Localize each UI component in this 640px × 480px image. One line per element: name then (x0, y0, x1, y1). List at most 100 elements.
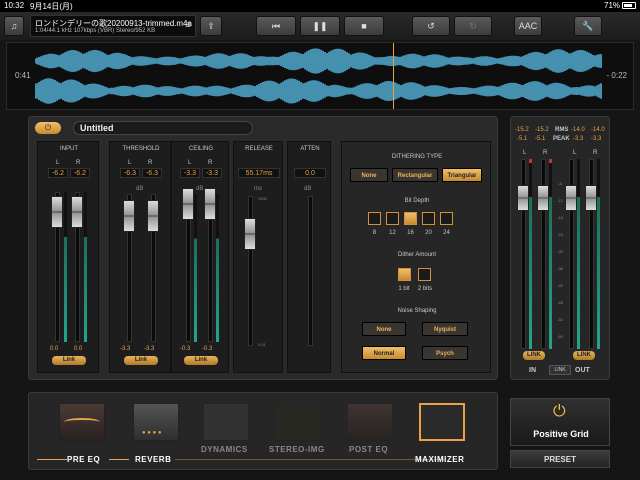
threshold-link-button[interactable]: Link (124, 356, 158, 365)
pause-button[interactable]: ❚❚ (300, 16, 340, 36)
out-label: OUT (575, 367, 590, 374)
rms-out-r: -14.0 (591, 127, 605, 133)
peak-out-l: -3.3 (573, 136, 584, 142)
ceiling-db-label: dB (196, 186, 204, 192)
out-right-fader[interactable] (585, 185, 597, 211)
time-remaining: - 0:22 (606, 71, 627, 80)
input-right-value[interactable]: -6.2 (70, 168, 90, 178)
post-eq-label: POST EQ (349, 445, 389, 454)
release-fader[interactable] (244, 218, 256, 250)
format-button[interactable]: AAC (514, 16, 542, 36)
in-out-link-button[interactable]: LINK (549, 365, 571, 375)
dither-amount-1bit-box[interactable] (398, 268, 411, 281)
peak-in-l: -5.1 (517, 136, 528, 142)
release-section: RELEASE 55.17ms ms 1000 0.01 (233, 141, 283, 373)
input-left-meter (64, 192, 67, 342)
maximizer-module[interactable] (419, 403, 465, 441)
dynamics-module[interactable] (203, 403, 249, 441)
stereo-img-module[interactable] (275, 403, 321, 441)
waveform-channel (35, 78, 602, 104)
dither-amount-label: Dither Amount (397, 252, 437, 258)
out-link-button[interactable]: LINK (573, 351, 595, 360)
threshold-right-value[interactable]: -6.3 (142, 168, 162, 178)
in-left-fader[interactable] (517, 185, 529, 211)
stop-button[interactable]: ■ (344, 16, 384, 36)
threshold-out-l: -3.3 (120, 346, 131, 352)
bitdepth-16-box[interactable] (404, 212, 417, 225)
input-right-fader[interactable] (71, 196, 83, 228)
dither-type-rectangular[interactable]: Rectangular (392, 168, 438, 182)
file-meta: 1:04/44.1 kHz 107kbps (VBR) Stereo/952 K… (35, 28, 156, 34)
bitdepth-12-box[interactable] (386, 212, 399, 225)
reverb-label: REVERB (135, 455, 172, 464)
toolbar: ♫ ロンドンデリーの歌20200913-trimmed.m4a 1:04/44.… (0, 12, 640, 40)
bitdepth-8-box[interactable] (368, 212, 381, 225)
out-left-fader[interactable] (565, 185, 577, 211)
peak-in-r: -5.1 (535, 136, 546, 142)
power-button[interactable]: ⏻ (35, 122, 61, 134)
threshold-left-fader[interactable] (123, 200, 135, 232)
in-ch-r: R (543, 150, 548, 156)
redo-button[interactable]: ↻ (454, 16, 492, 36)
shaping-nyquist[interactable]: Nyquist (422, 322, 468, 336)
ceiling-link-button[interactable]: Link (184, 356, 218, 365)
undo-icon: ↺ (427, 20, 435, 31)
bitdepth-20-label: 20 (425, 230, 432, 236)
settings-button[interactable]: 🔧 (574, 16, 602, 36)
dither-type-triangular[interactable]: Triangular (442, 168, 482, 182)
input-left-fader[interactable] (51, 196, 63, 228)
ceiling-right-fader[interactable] (204, 188, 216, 220)
threshold-right-fader[interactable] (147, 200, 159, 232)
ceiling-left-value[interactable]: -3.3 (180, 168, 200, 178)
post-eq-module[interactable] (347, 403, 393, 441)
menu-icon[interactable]: ≡ (185, 20, 191, 31)
input-link-button[interactable]: Link (52, 356, 86, 365)
threshold-ch-l: L (128, 160, 132, 166)
library-button[interactable]: ♫ (4, 16, 24, 36)
meter-scale-tick: -36 (557, 266, 563, 271)
bitdepth-24-label: 24 (443, 230, 450, 236)
peak-label: PEAK (553, 136, 570, 142)
peak-out-r: -3.3 (591, 136, 602, 142)
rewind-button[interactable]: ⏮ (256, 16, 296, 36)
ceiling-left-fader[interactable] (182, 188, 194, 220)
waveform-channel (35, 48, 602, 74)
bitdepth-20-box[interactable] (422, 212, 435, 225)
effects-chain: ● ● ● ● PRE EQ REVERB DYNAMICS STEREO-IM… (28, 392, 498, 470)
bitdepth-24-box[interactable] (440, 212, 453, 225)
ceiling-right-value[interactable]: -3.3 (202, 168, 222, 178)
preset-name[interactable]: Untitled (73, 121, 253, 135)
ceiling-right-meter (216, 194, 219, 342)
dither-amount-2bits-box[interactable] (418, 268, 431, 281)
waveform-graph (35, 48, 602, 104)
wrench-icon: 🔧 (582, 20, 594, 31)
reverb-module[interactable]: ● ● ● ● (133, 403, 179, 441)
bitdepth-16-label: 16 (407, 230, 414, 236)
out-left-meter (577, 159, 580, 349)
in-link-button[interactable]: LINK (523, 351, 545, 360)
preset-button[interactable]: PRESET (510, 450, 610, 468)
ceiling-ch-r: R (208, 160, 213, 166)
release-value[interactable]: 55.17ms (238, 168, 280, 178)
waveform-display[interactable]: 0:41 - 0:22 (6, 42, 634, 110)
shaping-none[interactable]: None (362, 322, 406, 336)
dither-amount-2bits-label: 2 bits (417, 286, 433, 292)
undo-button[interactable]: ↺ (412, 16, 450, 36)
threshold-ch-r: R (148, 160, 153, 166)
ceiling-section: CEILING L R -3.3 -3.3 dB -0.3 -0.3 Link (171, 141, 229, 373)
rms-in-l: -15.2 (515, 127, 529, 133)
pre-eq-module[interactable] (59, 403, 105, 441)
shaping-normal[interactable]: Normal (362, 346, 406, 360)
threshold-left-value[interactable]: -6.3 (120, 168, 140, 178)
shaping-psych[interactable]: Psych (422, 346, 468, 360)
pre-eq-label: PRE EQ (67, 455, 101, 464)
meter-scale-tick: -60 (557, 334, 563, 339)
share-button[interactable]: ⇪ (200, 16, 222, 36)
input-left-value[interactable]: -6.2 (48, 168, 68, 178)
dither-type-none[interactable]: None (350, 168, 388, 182)
playhead[interactable] (392, 43, 394, 109)
brand-panel[interactable]: ⏻ Positive Grid (510, 398, 610, 446)
file-info: ロンドンデリーの歌20200913-trimmed.m4a 1:04/44.1 … (30, 15, 196, 37)
input-label: INPUT (60, 146, 78, 152)
in-right-fader[interactable] (537, 185, 549, 211)
